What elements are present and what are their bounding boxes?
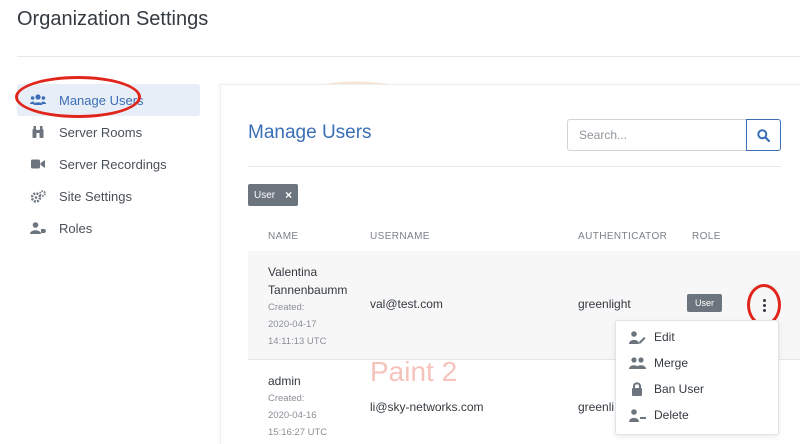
binoculars-icon [29, 125, 47, 139]
user-edit-icon [628, 330, 646, 344]
title-divider [17, 56, 800, 57]
authenticator-cell: greenlight [578, 297, 631, 311]
sidebar-item-roles[interactable]: Roles [17, 212, 200, 244]
created-time: 14:11:13 UTC [268, 336, 327, 347]
cogs-icon [29, 189, 47, 203]
remove-filter-icon[interactable]: × [285, 188, 292, 202]
sidebar-item-label: Server Rooms [59, 124, 143, 140]
sidebar-item-label: Site Settings [59, 188, 132, 204]
settings-sidebar: Manage Users Server Rooms Server Recordi… [17, 84, 200, 244]
video-icon [29, 157, 47, 171]
watermark-text: Paint 2 [370, 356, 458, 387]
column-header-name[interactable]: NAME [268, 231, 299, 242]
sidebar-item-label: Roles [59, 220, 93, 236]
page-title: Organization Settings [17, 8, 209, 30]
kebab-icon [762, 298, 766, 302]
sidebar-item-site-settings[interactable]: Site Settings [17, 180, 200, 212]
column-header-role[interactable]: ROLE [692, 231, 721, 242]
menu-item-label: Ban User [654, 382, 705, 396]
users-icon [29, 93, 47, 107]
authenticator-cell: greenli [578, 400, 615, 414]
search-input[interactable] [567, 119, 747, 151]
users-merge-icon [628, 356, 646, 370]
sidebar-item-server-recordings[interactable]: Server Recordings [17, 148, 200, 180]
column-header-username[interactable]: USERNAME [370, 231, 430, 242]
created-date: 2020-04-16 [268, 410, 317, 421]
user-tag-icon [29, 221, 47, 235]
role-filter-tag: User × [248, 184, 299, 206]
role-badge: User [687, 294, 723, 312]
menu-item-merge[interactable]: Merge [616, 350, 778, 376]
menu-item-edit[interactable]: Edit [616, 324, 778, 350]
filter-tag-label: User [254, 189, 276, 201]
username-cell: li@sky-networks.com [370, 400, 484, 414]
row-actions-menu-button[interactable] [756, 295, 772, 315]
menu-item-ban-user[interactable]: Ban User [616, 376, 778, 402]
created-label: Created: [268, 302, 305, 313]
panel-title: Manage Users [248, 122, 372, 143]
sidebar-item-label: Manage Users [59, 92, 144, 108]
user-name: admin [268, 374, 301, 388]
username-cell: val@test.com [370, 297, 443, 311]
menu-item-label: Merge [654, 356, 689, 370]
user-name-first: Valentina [268, 265, 318, 279]
user-minus-icon [628, 408, 646, 422]
created-date: 2020-04-17 [268, 319, 317, 330]
menu-item-delete[interactable]: Delete [616, 402, 778, 428]
user-name-last: Tannenbaumm [268, 283, 348, 297]
created-label: Created: [268, 393, 305, 404]
created-time: 15:16:27 UTC [268, 427, 328, 438]
search-icon [757, 128, 770, 142]
sidebar-item-server-rooms[interactable]: Server Rooms [17, 116, 200, 148]
column-header-authenticator[interactable]: AUTHENTICATOR [578, 231, 667, 242]
menu-item-label: Delete [654, 408, 689, 422]
menu-item-label: Edit [654, 330, 675, 344]
sidebar-item-manage-users[interactable]: Manage Users [17, 84, 200, 116]
lock-icon [628, 382, 646, 396]
panel-divider [248, 166, 781, 167]
row-actions-dropdown: Edit Merge Ban User Delete [615, 320, 779, 435]
sidebar-item-label: Server Recordings [59, 156, 167, 172]
search-button[interactable] [746, 119, 781, 151]
